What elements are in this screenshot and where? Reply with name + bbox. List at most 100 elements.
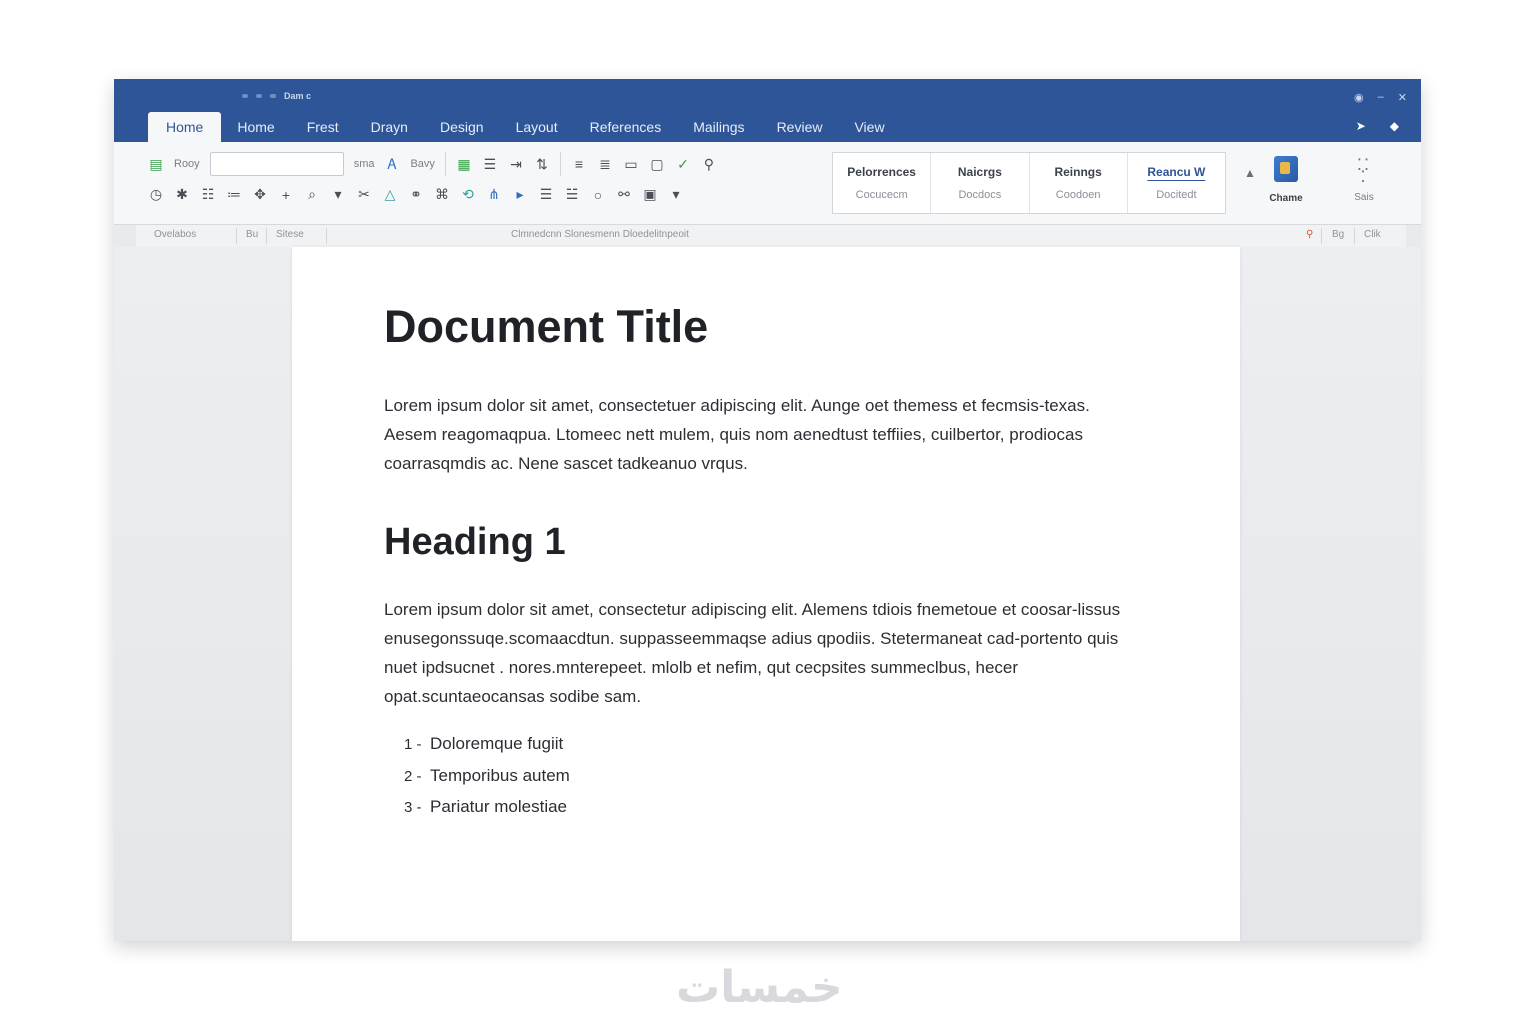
list-item: 2 - Temporibus autem bbox=[404, 761, 570, 793]
font-name-input[interactable] bbox=[209, 152, 344, 176]
sort-icon[interactable]: ⇅ bbox=[534, 156, 550, 173]
chevron-up-icon[interactable]: ▲ bbox=[1244, 166, 1256, 180]
redo-icon[interactable] bbox=[270, 94, 276, 98]
separator bbox=[266, 228, 267, 244]
border-icon[interactable]: ▭ bbox=[623, 156, 639, 173]
account-icon[interactable]: ◉ bbox=[1354, 91, 1364, 104]
link-icon[interactable]: ⚭ bbox=[408, 186, 424, 203]
list-item-text: Pariatur molestiae bbox=[430, 797, 568, 816]
circle-icon[interactable]: ○ bbox=[590, 187, 606, 203]
list-item: 3 - Pariatur molestiae bbox=[404, 792, 570, 824]
more-icon[interactable]: ▾ bbox=[668, 186, 684, 203]
chevron-down-icon[interactable]: ▾ bbox=[330, 186, 346, 203]
command-icon[interactable]: ⌘ bbox=[434, 186, 450, 203]
font-size-label[interactable]: sma bbox=[354, 158, 375, 170]
list-number: 3 - bbox=[404, 799, 422, 816]
word-window: Dam c ◉ – ✕ Home Home Frest Drayn Design… bbox=[114, 79, 1421, 941]
tab-layout[interactable]: Layout bbox=[500, 112, 574, 142]
tab-design[interactable]: Design bbox=[424, 112, 500, 142]
close-icon[interactable]: ✕ bbox=[1398, 91, 1407, 104]
document-canvas: Document Title Lorem ipsum dolor sit ame… bbox=[114, 247, 1421, 941]
settings-icon[interactable]: ◆ bbox=[1390, 119, 1399, 133]
style-subtitle: Docdocs bbox=[958, 189, 1002, 201]
style-label[interactable]: Bavy bbox=[410, 158, 434, 170]
lines-icon[interactable]: ☱ bbox=[564, 186, 580, 203]
window-controls: ◉ – ✕ bbox=[1354, 91, 1407, 104]
refresh-icon[interactable]: ⟲ bbox=[460, 186, 476, 203]
minimize-icon[interactable]: – bbox=[1378, 91, 1384, 104]
tab-insert[interactable]: Frest bbox=[291, 112, 355, 142]
search-icon[interactable]: ⌕ bbox=[304, 186, 320, 203]
list-number: 1 - bbox=[404, 736, 422, 753]
paste-icon[interactable]: ▤ bbox=[148, 156, 164, 173]
shape-icon[interactable]: ▢ bbox=[649, 156, 665, 173]
pin-icon[interactable]: ⚲ bbox=[1306, 229, 1313, 240]
separator bbox=[1321, 228, 1322, 244]
share-icon[interactable]: ➤ bbox=[1356, 119, 1366, 133]
play-icon[interactable]: ▸ bbox=[512, 186, 528, 203]
group-label: Bu bbox=[246, 229, 259, 240]
style-subtitle: Coodoen bbox=[1055, 189, 1101, 201]
align-center-icon[interactable]: ≣ bbox=[597, 156, 613, 173]
style-card[interactable]: Reinngs Coodoen bbox=[1030, 153, 1128, 213]
style-name: Reinngs bbox=[1054, 165, 1102, 179]
watermark-logo: خمسات bbox=[676, 962, 843, 1013]
stack-icon[interactable]: ☰ bbox=[538, 186, 554, 203]
tab-references[interactable]: References bbox=[574, 112, 678, 142]
list-item-text: Temporibus autem bbox=[430, 765, 570, 785]
align-left-icon[interactable]: ≡ bbox=[571, 156, 587, 172]
cut-icon[interactable]: ✂ bbox=[356, 186, 372, 203]
style-card[interactable]: Pelorrences Cocucecm bbox=[833, 153, 932, 213]
document-page[interactable]: Document Title Lorem ipsum dolor sit ame… bbox=[292, 247, 1240, 941]
list-item: 1 - Doloremque fugiit bbox=[404, 729, 570, 761]
bullet-list-icon[interactable]: ☷ bbox=[200, 186, 216, 203]
find-button[interactable]: ⁚⁚ ⁚ Sais bbox=[1346, 158, 1382, 204]
style-name: Reancu W bbox=[1147, 165, 1206, 179]
group-label: Clmnedcnn Slonesmenn Dloedelitnpeoit bbox=[511, 229, 689, 240]
change-styles-label: Chame bbox=[1269, 193, 1303, 204]
separator bbox=[559, 152, 561, 176]
format-painter-icon[interactable]: ✱ bbox=[174, 186, 190, 203]
clock-icon[interactable]: ◷ bbox=[148, 186, 164, 203]
title-bar: Dam c ◉ – ✕ Home Home Frest Drayn Design… bbox=[114, 79, 1421, 142]
move-icon[interactable]: ✥ bbox=[252, 186, 268, 203]
group-label: Clik bbox=[1364, 229, 1381, 240]
tab-draw[interactable]: Drayn bbox=[355, 112, 424, 142]
save-icon[interactable] bbox=[242, 94, 248, 98]
hyperlink-icon[interactable]: ⚯ bbox=[616, 186, 632, 203]
outdent-icon[interactable]: ≔ bbox=[226, 186, 242, 203]
list-icon[interactable]: ☰ bbox=[482, 156, 498, 173]
style-card[interactable]: Naicrgs Docdocs bbox=[931, 153, 1030, 213]
numbered-list: 1 - Doloremque fugiit 2 - Temporibus autem… bbox=[404, 729, 570, 824]
tab-view[interactable]: View bbox=[838, 112, 900, 142]
style-name: Naicrgs bbox=[957, 165, 1002, 179]
change-styles-icon bbox=[1274, 156, 1298, 182]
pin-icon[interactable]: ⚲ bbox=[701, 156, 717, 173]
titlebar-right-actions: ➤ ◆ bbox=[1356, 119, 1399, 133]
separator bbox=[444, 152, 446, 176]
style-subtitle: Cocucecm bbox=[855, 189, 908, 201]
body-paragraph: Lorem ipsum dolor sit amet, consectetuer… bbox=[384, 396, 1090, 473]
chart-icon[interactable]: ✓ bbox=[675, 156, 691, 173]
font-color-icon[interactable]: Ꭺ bbox=[384, 156, 400, 173]
share-node-icon[interactable]: ⋔ bbox=[486, 186, 502, 203]
separator bbox=[1354, 228, 1355, 244]
clipboard-label: Rooy bbox=[174, 158, 200, 170]
list-item-text: Doloremque fugiit bbox=[430, 734, 564, 753]
undo-icon[interactable] bbox=[256, 94, 262, 98]
tab-review[interactable]: Review bbox=[761, 112, 839, 142]
find-label: Sais bbox=[1354, 192, 1374, 203]
ribbon-row-2: ◷ ✱ ☷ ≔ ✥ + ⌕ ▾ ✂ △ ⚭ ⌘ ⟲ ⋔ ▸ ☰ ☱ ○ ⚯ ▣ … bbox=[148, 186, 684, 203]
style-card-selected[interactable]: Reancu W Docitedt bbox=[1128, 153, 1225, 213]
tab-home-active[interactable]: Home bbox=[148, 112, 222, 142]
highlight-icon[interactable]: △ bbox=[382, 186, 398, 203]
table-icon[interactable]: ▦ bbox=[456, 156, 472, 173]
group-label: Ovelabos bbox=[154, 229, 197, 240]
picture-icon[interactable]: ▣ bbox=[642, 186, 658, 203]
tab-home[interactable]: Home bbox=[221, 112, 290, 142]
change-styles-button[interactable]: Chame bbox=[1262, 156, 1310, 206]
group-label: Bg bbox=[1332, 229, 1345, 240]
tab-mailings[interactable]: Mailings bbox=[677, 112, 760, 142]
add-icon[interactable]: + bbox=[278, 187, 294, 203]
indent-icon[interactable]: ⇥ bbox=[508, 156, 524, 173]
